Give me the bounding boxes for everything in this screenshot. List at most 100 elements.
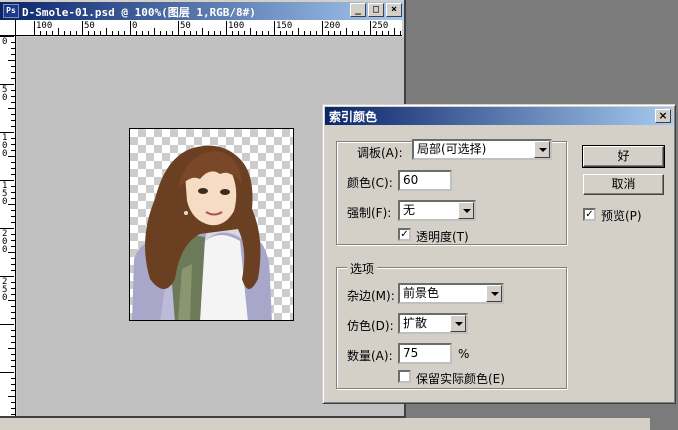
matte-value: 前景色 [403,286,440,300]
ruler-minor-tick [11,270,15,271]
matte-select[interactable]: 前景色 [398,283,504,304]
ruler-minor-tick [214,31,215,35]
ruler-minor-tick [310,31,311,35]
ruler-minor-tick [364,31,365,35]
close-button[interactable]: × [386,3,402,17]
ruler-minor-tick [11,264,15,265]
ruler-minor-tick [334,31,335,35]
ruler-tick [274,21,275,35]
ruler-minor-tick [376,31,377,35]
ruler-corner[interactable] [0,20,16,36]
chevron-down-icon[interactable] [486,285,502,302]
ruler-minor-tick [100,31,101,35]
ruler-label: 200 [2,229,8,255]
ruler-label: 150 [2,181,8,207]
ruler-minor-tick [11,54,15,55]
ruler-minor-tick [358,31,359,35]
ruler-minor-tick [11,96,15,97]
ruler-minor-tick [11,42,15,43]
ruler-minor-tick [11,198,15,199]
ruler-minor-tick [11,318,15,319]
amount-input[interactable]: 75 [398,343,452,364]
ruler-label: 50 [2,85,8,103]
ruler-minor-tick [64,31,65,35]
minimize-button[interactable]: _ [350,3,366,17]
ruler-minor-tick [394,28,395,35]
vertical-ruler[interactable]: 0 50 100 150 200 250 [0,36,16,416]
palette-select[interactable]: 局部(可选择) [412,139,552,160]
document-titlebar[interactable]: Ps D-Smole-01.psd @ 100%(图层 1,RGB/8#) _ … [0,2,404,20]
colors-input[interactable]: 60 [398,170,452,191]
ruler-minor-tick [11,414,15,415]
ruler-minor-tick [304,31,305,35]
dialog-title: 索引颜色 [329,110,378,124]
ruler-minor-tick [58,28,59,35]
ruler-label: 100 [36,21,53,31]
forced-value: 无 [403,203,416,217]
ruler-minor-tick [11,162,15,163]
ruler-minor-tick [220,31,221,35]
girl-illustration [132,145,272,320]
ruler-minor-tick [292,31,293,35]
ruler-minor-tick [88,31,89,35]
ruler-minor-tick [11,384,15,385]
cancel-button[interactable]: 取消 [583,174,664,195]
ruler-minor-tick [172,31,173,35]
transparency-checkbox[interactable]: ✓ [398,228,411,241]
chevron-down-icon[interactable] [458,202,474,219]
dither-value: 扩散 [403,316,428,330]
ruler-minor-tick [238,31,239,35]
chevron-down-icon[interactable] [534,141,550,158]
palette-label: 调板(A): [357,146,403,160]
layer-image[interactable] [129,128,294,321]
ruler-minor-tick [316,31,317,35]
horizontal-ruler[interactable]: 100 50 0 50 100 150 200 250 [16,20,402,36]
preview-checkbox[interactable]: ✓ [583,208,596,221]
dialog-titlebar[interactable]: 索引颜色 × [325,107,673,125]
ruler-minor-tick [52,31,53,35]
ruler-tick [370,21,371,35]
ruler-minor-tick [8,60,15,61]
ruler-minor-tick [196,31,197,35]
ruler-minor-tick [142,31,143,35]
ruler-minor-tick [232,31,233,35]
ruler-tick [178,21,179,35]
ruler-minor-tick [76,31,77,35]
ruler-minor-tick [11,114,15,115]
ruler-minor-tick [11,240,15,241]
ruler-minor-tick [11,402,15,403]
ruler-minor-tick [136,31,137,35]
ruler-minor-tick [11,330,15,331]
palette-group: 调板(A): 局部(可选择) 颜色(C): 60 强制(F): 无 ✓ 透明度(… [336,139,567,245]
ruler-minor-tick [8,396,15,397]
ruler-minor-tick [11,342,15,343]
ruler-tick [130,21,131,35]
ruler-minor-tick [11,168,15,169]
options-group: 选项 杂边(M): 前景色 仿色(D): 扩散 数量(A): 75 % 保留实际… [336,260,567,389]
dither-label: 仿色(D): [347,319,394,333]
dialog-close-button[interactable]: × [655,109,671,123]
ruler-tick [0,372,14,373]
ruler-minor-tick [11,174,15,175]
forced-select[interactable]: 无 [398,200,476,221]
ruler-minor-tick [280,31,281,35]
ruler-tick [322,21,323,35]
ruler-minor-tick [8,300,15,301]
ruler-minor-tick [190,31,191,35]
ruler-minor-tick [11,48,15,49]
preserve-colors-checkbox[interactable] [398,370,411,383]
ruler-minor-tick [244,31,245,35]
maximize-button[interactable]: □ [368,3,384,17]
ok-button[interactable]: 好 [582,145,665,168]
ruler-label: 250 [2,277,8,303]
ruler-minor-tick [11,288,15,289]
chevron-down-icon[interactable] [450,315,466,332]
ruler-minor-tick [40,31,41,35]
options-group-title: 选项 [347,260,378,277]
ruler-minor-tick [11,408,15,409]
ruler-minor-tick [11,366,15,367]
ruler-minor-tick [11,282,15,283]
ruler-minor-tick [94,31,95,35]
dither-select[interactable]: 扩散 [398,313,468,334]
ruler-minor-tick [11,354,15,355]
